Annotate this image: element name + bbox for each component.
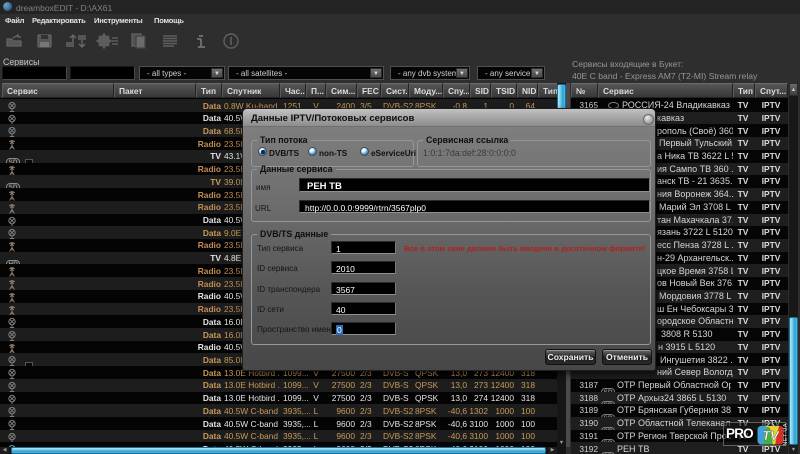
svg-text:TV: TV	[762, 428, 780, 443]
